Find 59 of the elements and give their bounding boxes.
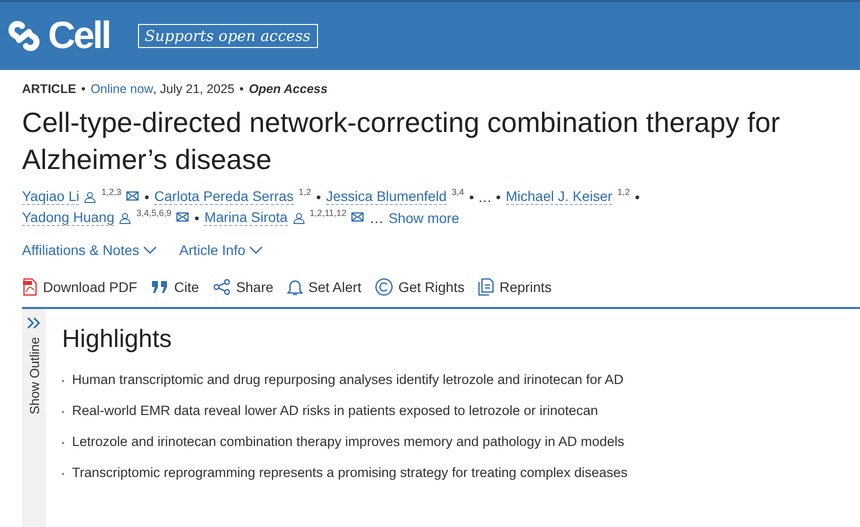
section-heading: Highlights [62,325,173,354]
author-link[interactable]: Jessica Blumenfeld [326,188,447,205]
highlight-text: Transcriptomic reprogramming represents a promising strategy for treating complex diseases [72,465,628,482]
affiliation-numbers: 3,4,5,6,9 [136,208,172,218]
separator: • [634,188,640,204]
affiliation-numbers: 3,4 [452,187,464,197]
quote-icon [151,280,170,294]
affiliation-numbers: 1,2,3 [101,187,122,197]
double-chevron-icon[interactable] [27,317,41,329]
separator: • [194,210,200,226]
dropdown-link[interactable]: Article Info [179,242,264,258]
access-label: Open Access [248,82,328,96]
bell-icon [287,278,304,296]
separator: • [316,188,321,204]
affiliation-numbers: 1,2 [298,187,312,197]
separator: … [369,210,384,226]
separator: • … • [469,188,501,204]
author-link[interactable]: Marina Sirota [204,209,288,226]
affiliation-numbers: 1,2 [617,187,630,197]
author-link[interactable]: Carlota Pereda Serras [154,188,294,205]
highlight-text: Human transcriptomic and drug repurposing analyses identify letrozole and irinotecan for AD [72,372,624,389]
person-icon[interactable] [292,212,305,224]
action-link[interactable]: Reprints [478,278,552,296]
chevron-down-icon [249,246,264,254]
document-icon [478,278,494,296]
online-status: Online now [90,82,154,96]
logo[interactable]: Cell [48,14,110,58]
highlight-text: Letrozole and irinotecan combination therapy improves memory and pathology in AD models [72,434,624,451]
separator: • [144,188,150,204]
logo-icon[interactable] [8,21,40,51]
author-link[interactable]: Yadong Huang [22,209,114,226]
mail-icon[interactable] [176,212,190,223]
mail-icon[interactable] [351,212,364,223]
action-link[interactable]: Download PDF [22,278,138,296]
dropdown-link[interactable]: Affiliations & Notes [22,242,158,258]
action-link[interactable]: Cite [151,278,200,296]
author-link[interactable]: Yaqiao Li [22,188,80,205]
affiliation-numbers: 1,2,11,12 [310,208,346,218]
copyright-icon [375,278,394,296]
publication-date: , July 21, 2025 [153,82,234,96]
chevron-down-icon [143,246,158,254]
action-link[interactable]: Set Alert [287,278,362,296]
article-title: Cell-type-directed network-correcting combination therapy for Alzheimer’s disease [22,106,781,177]
separator: • [239,82,244,96]
outline-label[interactable]: Show Outline [26,337,42,414]
open-access-badge: Supports open access [138,24,318,48]
separator: • [81,82,86,96]
person-icon[interactable] [119,212,132,224]
show-more-link[interactable]: Show more [388,210,460,226]
action-link[interactable]: Share [213,278,274,296]
action-link[interactable]: Get Rights [375,278,464,296]
share-icon [213,279,232,295]
mail-icon[interactable] [126,191,140,202]
pdf-icon [22,278,38,296]
article-type: ARTICLE [22,82,76,96]
outline-sidebar[interactable]: Show Outline [22,309,46,527]
highlight-text: Real-world EMR data reveal lower AD risks in patients exposed to letrozole or irinotecan [72,403,598,420]
author-link[interactable]: Michael J. Keiser [506,188,612,205]
person-icon[interactable] [84,190,96,202]
